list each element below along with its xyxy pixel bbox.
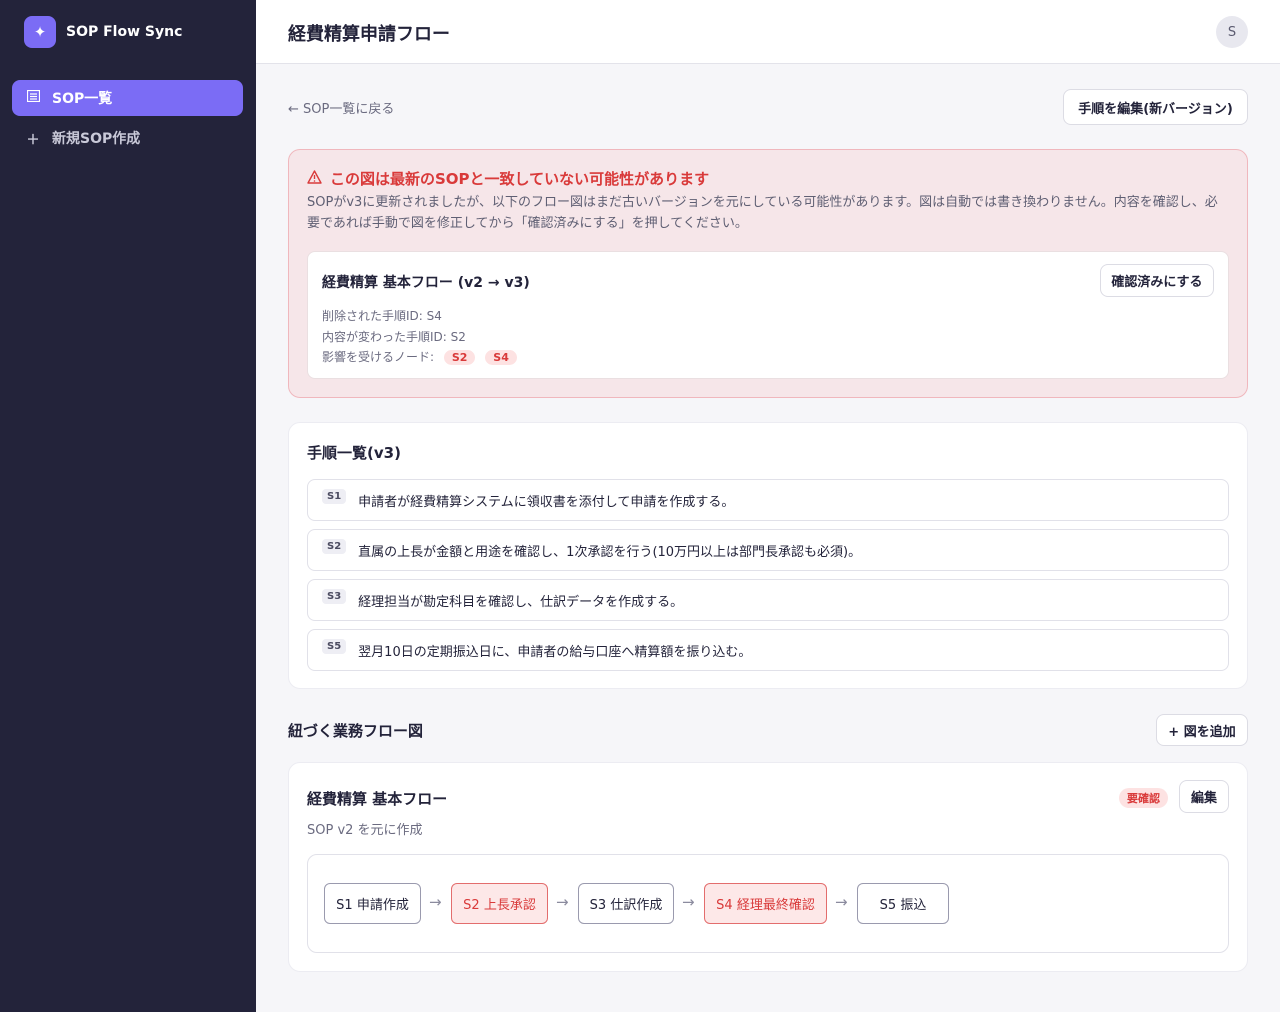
step-row: S3 経理担当が勘定科目を確認し、仕訳データを作成する。 — [307, 579, 1229, 621]
flow-diagram: S1 申請作成 → S2 上長承認 → S3 仕訳作成 → S4 経理最終確認 … — [307, 854, 1229, 953]
flow-node-s5[interactable]: S5 振込 — [857, 883, 949, 924]
sidebar-item-sop-list[interactable]: SOP一覧 — [12, 80, 243, 116]
step-text: 直属の上長が金額と用途を確認し、1次承認を行う(10万円以上は部門長承認も必須)… — [358, 544, 862, 560]
step-id: S5 — [322, 638, 347, 654]
alert-card-title: 経費精算 基本フロー (v2 → v3) — [322, 275, 530, 291]
alert-body: SOPがv3に更新されましたが、以下のフロー図はまだ古いバージョンを元にしている… — [307, 195, 1218, 231]
alert-title: この図は最新のSOPと一致していない可能性があります — [307, 168, 709, 189]
flow-card-title: 経費精算 基本フロー — [307, 790, 448, 808]
flow-arrow: → — [556, 893, 569, 911]
avatar[interactable]: S — [1216, 16, 1248, 48]
plus-icon: ＋ — [26, 132, 40, 148]
step-id: S1 — [322, 488, 347, 504]
page-title: 経費精算申請フロー — [288, 24, 450, 45]
warning-icon — [307, 169, 322, 188]
step-id: S3 — [322, 588, 347, 604]
flow-node-s2[interactable]: S2 上長承認 — [451, 883, 548, 924]
brand[interactable]: ✦ SOP Flow Sync — [24, 16, 182, 48]
step-row: S1 申請者が経費精算システムに領収書を添付して申請を作成する。 — [307, 479, 1229, 521]
flows-title: 紐づく業務フロー図 — [288, 722, 424, 740]
step-row: S5 翌月10日の定期振込日に、申請者の給与口座へ精算額を振り込む。 — [307, 629, 1229, 671]
flow-arrow: → — [682, 893, 695, 911]
outdated-alert: この図は最新のSOPと一致していない可能性があります SOPがv3に更新されまし… — [288, 149, 1248, 398]
alert-diagram-card: 経費精算 基本フロー (v2 → v3) 確認済みにする 削除された手順ID: … — [307, 251, 1229, 379]
flow-node-s1[interactable]: S1 申請作成 — [324, 883, 421, 924]
step-id: S2 — [322, 538, 347, 554]
steps-card: 手順一覧(v3) S1 申請者が経費精算システムに領収書を添付して申請を作成する… — [288, 422, 1248, 689]
status-badge: 要確認 — [1119, 788, 1168, 808]
list-icon — [26, 89, 40, 106]
sidebar-item-new-sop[interactable]: ＋ 新規SOP作成 — [12, 120, 243, 156]
top-bar: 経費精算申請フロー S — [256, 0, 1280, 64]
flow-arrow: → — [835, 893, 848, 911]
affected-node-chip: S2 — [443, 350, 476, 365]
flow-node-s3[interactable]: S3 仕訳作成 — [578, 883, 674, 924]
sidebar: ✦ SOP Flow Sync SOP一覧 ＋ 新規SOP作成 — [0, 0, 256, 1012]
flow-node-s4[interactable]: S4 経理最終確認 — [704, 883, 827, 924]
flow-card-subtitle: SOP v2 を元に作成 — [307, 823, 423, 838]
add-diagram-button[interactable]: + 図を追加 — [1156, 714, 1248, 746]
flow-arrow: → — [429, 893, 442, 911]
changed-steps-line: 内容が変わった手順ID: S2 — [322, 330, 466, 344]
sidebar-item-label: SOP一覧 — [52, 91, 113, 107]
app-name: SOP Flow Sync — [66, 24, 183, 40]
alert-title-text: この図は最新のSOPと一致していない可能性があります — [330, 170, 710, 188]
step-text: 経理担当が勘定科目を確認し、仕訳データを作成する。 — [358, 594, 684, 610]
steps-title: 手順一覧(v3) — [307, 444, 401, 462]
affected-node-chip: S4 — [485, 350, 517, 365]
sidebar-item-label: 新規SOP作成 — [52, 131, 141, 147]
step-row: S2 直属の上長が金額と用途を確認し、1次承認を行う(10万円以上は部門長承認も… — [307, 529, 1229, 571]
step-text: 申請者が経費精算システムに領収書を添付して申請を作成する。 — [358, 494, 735, 510]
back-link[interactable]: ← SOP一覧に戻る — [288, 98, 394, 117]
affected-nodes-line: 影響を受けるノード: S2 S4 — [322, 348, 517, 365]
edit-steps-button[interactable]: 手順を編集(新バージョン) — [1063, 89, 1248, 125]
affected-nodes-label: 影響を受けるノード: — [322, 350, 435, 364]
deleted-steps-line: 削除された手順ID: S4 — [322, 309, 442, 323]
sparkle-icon: ✦ — [24, 16, 56, 48]
step-text: 翌月10日の定期振込日に、申請者の給与口座へ精算額を振り込む。 — [358, 644, 752, 660]
edit-diagram-button[interactable]: 編集 — [1179, 780, 1229, 813]
confirm-button[interactable]: 確認済みにする — [1100, 264, 1214, 297]
flow-card: 経費精算 基本フロー SOP v2 を元に作成 要確認 編集 S1 申請作成 →… — [288, 762, 1248, 972]
